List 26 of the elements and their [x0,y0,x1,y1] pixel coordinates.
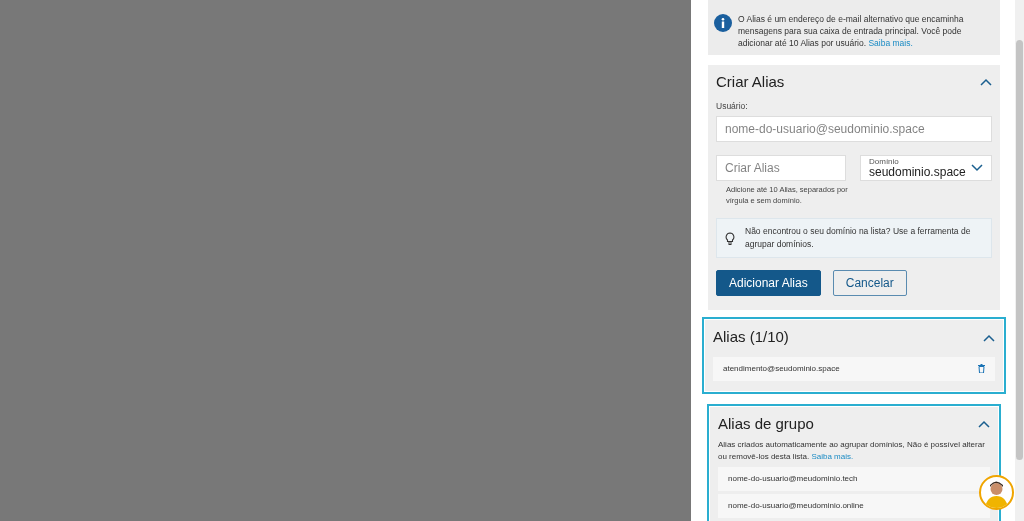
scrollbar[interactable] [1015,0,1024,521]
chevron-up-icon[interactable] [978,420,990,428]
lightbulb-icon [725,231,735,245]
alias-address: nome-do-usuario@meudominio.online [728,500,864,513]
section-title: Alias (1/10) [713,327,789,348]
alias-field[interactable]: Criar Alias [716,155,846,182]
section-title: Alias de grupo [718,413,814,434]
info-text: O Alias é um endereço de e-mail alternativo que encaminha mensagens para sua caixa de entrada principal. Você pode adicionar até 10 Alias por usuário. Saiba mais. [738,13,965,49]
domain-dropdown[interactable]: Domínio seudominio.space [860,155,992,182]
chevron-down-icon[interactable] [971,164,983,173]
dropdown-label: Domínio [869,157,900,167]
chevron-up-icon[interactable] [983,333,995,342]
section-title: Criar Alias [716,72,785,92]
learn-more-link[interactable]: Saiba mais. [811,452,854,462]
info-icon [714,14,732,32]
tip-text: Não encontrou o seu domínio na lista? Use a ferramenta de agrupar domínios. [745,225,972,252]
field-label: Usuário: [716,99,749,113]
cancel-button[interactable]: Cancelar [832,270,907,297]
add-alias-button[interactable]: Adicionar Alias [716,270,821,297]
chevron-up-icon[interactable] [980,78,992,87]
alias-address: nome-do-usuario@meudominio.tech [728,473,858,486]
dropdown-value: seudominio.space [869,166,966,180]
alias-address: atendimento@seudominio.space [723,362,840,375]
user-field[interactable]: nome-do-usuario@seudominio.space [716,116,992,143]
section-description: Alias criados automaticamente ao agrupar domínios, Não é possível alterar ou removê-los desta lista. Saiba mais. [718,439,986,464]
trash-icon[interactable] [978,364,985,374]
